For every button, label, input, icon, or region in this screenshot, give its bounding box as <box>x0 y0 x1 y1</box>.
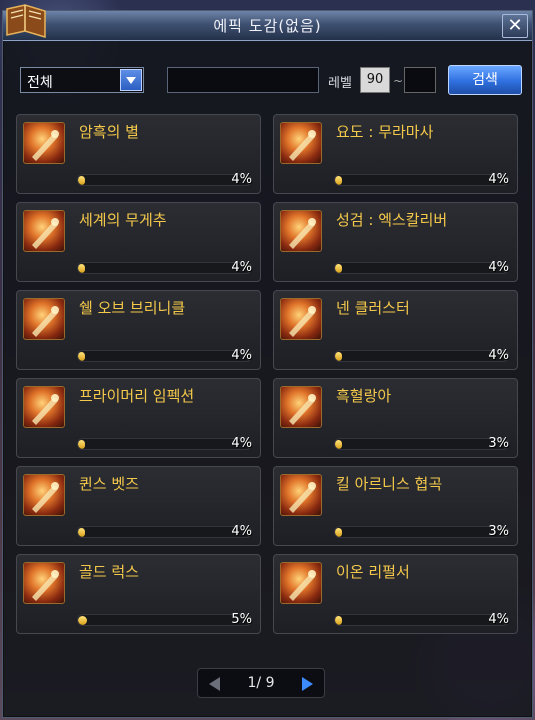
weapon-icon <box>280 474 322 516</box>
item-card[interactable]: 쉘 오브 브리니클 4% <box>16 290 261 370</box>
progress-percent: 3% <box>488 524 509 539</box>
progress-percent: 3% <box>488 436 509 451</box>
weapon-icon <box>23 474 65 516</box>
progress-percent: 4% <box>231 436 252 451</box>
item-name: 퀸스 벳즈 <box>79 475 139 493</box>
item-name: 흑혈랑아 <box>336 387 392 405</box>
item-name: 암흑의 별 <box>79 123 139 141</box>
progress-percent: 4% <box>488 348 509 363</box>
name-search-input[interactable] <box>167 67 319 93</box>
level-label: 레벨 <box>328 76 352 91</box>
search-button[interactable]: 검색 <box>448 65 522 95</box>
item-card[interactable]: 프라이머리 임펙션 4% <box>16 378 261 458</box>
progress-bar <box>334 350 509 362</box>
item-name: 세계의 무게추 <box>79 211 167 229</box>
filter-bar: 전체 레벨 90 ~ 검색 <box>3 41 532 111</box>
progress-bar <box>77 526 252 538</box>
item-name: 요도 : 무라마사 <box>336 123 434 141</box>
progress-percent: 4% <box>488 612 509 627</box>
progress-bar <box>334 262 509 274</box>
chevron-down-icon[interactable] <box>120 69 142 91</box>
item-card[interactable]: 넨 클러스터 4% <box>273 290 518 370</box>
item-name: 성검 : 엑스칼리버 <box>336 211 448 229</box>
progress-bar <box>77 350 252 362</box>
progress-bar <box>77 174 252 186</box>
item-card[interactable]: 이온 리펄서 4% <box>273 554 518 634</box>
progress-fill <box>335 176 342 185</box>
progress-fill <box>78 616 87 625</box>
progress-bar <box>77 614 252 626</box>
progress-fill <box>335 352 342 361</box>
progress-bar <box>334 438 509 450</box>
progress-fill <box>78 352 85 361</box>
progress-bar <box>77 262 252 274</box>
item-card[interactable]: 암흑의 별 4% <box>16 114 261 194</box>
weapon-icon <box>280 122 322 164</box>
weapon-icon <box>280 386 322 428</box>
item-name: 골드 럭스 <box>79 563 139 581</box>
item-name: 이온 리펄서 <box>336 563 410 581</box>
item-name: 킬 아르니스 협곡 <box>336 475 443 493</box>
progress-bar <box>334 614 509 626</box>
title-bar[interactable]: 에픽 도감(없음) ✕ <box>3 11 532 41</box>
pagination: 1/ 9 <box>197 668 325 698</box>
level-range-separator: ~ <box>393 74 404 88</box>
item-name: 프라이머리 임펙션 <box>79 387 195 405</box>
progress-percent: 4% <box>488 172 509 187</box>
weapon-icon <box>280 562 322 604</box>
weapon-icon <box>23 122 65 164</box>
item-name: 쉘 오브 브리니클 <box>79 299 186 317</box>
category-select-value: 전체 <box>27 75 53 91</box>
progress-fill <box>335 264 342 273</box>
weapon-icon <box>23 210 65 252</box>
progress-percent: 4% <box>231 524 252 539</box>
weapon-icon <box>23 298 65 340</box>
progress-bar <box>77 438 252 450</box>
weapon-icon <box>280 298 322 340</box>
item-card[interactable]: 세계의 무게추 4% <box>16 202 261 282</box>
progress-fill <box>335 528 342 537</box>
progress-fill <box>78 264 85 273</box>
close-button[interactable]: ✕ <box>502 14 528 38</box>
item-card[interactable]: 킬 아르니스 협곡 3% <box>273 466 518 546</box>
item-card[interactable]: 성검 : 엑스칼리버 4% <box>273 202 518 282</box>
level-max-input[interactable] <box>404 67 436 93</box>
item-card[interactable]: 퀸스 벳즈 4% <box>16 466 261 546</box>
item-card[interactable]: 요도 : 무라마사 4% <box>273 114 518 194</box>
book-icon <box>1 1 51 43</box>
progress-fill <box>78 528 85 537</box>
progress-fill <box>78 440 85 449</box>
progress-fill <box>78 176 85 185</box>
progress-percent: 4% <box>231 348 252 363</box>
weapon-icon <box>23 386 65 428</box>
progress-percent: 4% <box>231 260 252 275</box>
category-select[interactable]: 전체 <box>20 67 144 93</box>
weapon-icon <box>23 562 65 604</box>
window-title: 에픽 도감(없음) <box>213 17 322 35</box>
progress-bar <box>334 174 509 186</box>
next-page-icon[interactable] <box>297 674 317 694</box>
progress-bar <box>334 526 509 538</box>
item-name: 넨 클러스터 <box>336 299 410 317</box>
item-card[interactable]: 흑혈랑아 3% <box>273 378 518 458</box>
progress-fill <box>335 440 342 449</box>
epic-collection-window: 에픽 도감(없음) ✕ 전체 레벨 90 ~ 검색 암흑의 별 4% 요도 : 무라… <box>2 4 533 718</box>
progress-percent: 4% <box>488 260 509 275</box>
progress-percent: 4% <box>231 172 252 187</box>
weapon-icon <box>280 210 322 252</box>
progress-fill <box>335 616 342 625</box>
progress-percent: 5% <box>231 612 252 627</box>
level-min-input[interactable]: 90 <box>360 67 390 93</box>
item-card[interactable]: 골드 럭스 5% <box>16 554 261 634</box>
